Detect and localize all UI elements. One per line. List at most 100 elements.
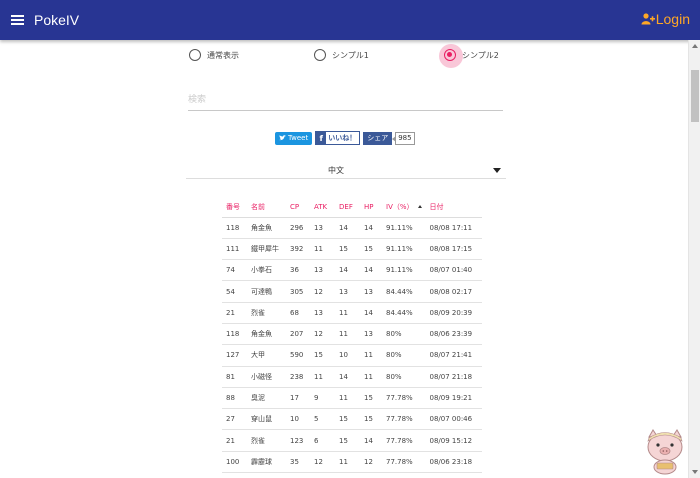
cell-atk: 6 xyxy=(310,429,335,452)
table-row: 111 鐵甲犀牛 392 11 15 15 91.11% 08/08 17:15 xyxy=(222,238,482,261)
app-title: PokeIV xyxy=(34,12,80,28)
cell-def: 10 xyxy=(335,344,360,367)
app-bar: PokeIV Login xyxy=(0,0,700,40)
cell-atk: 13 xyxy=(310,217,335,239)
cell-def: 14 xyxy=(335,366,360,388)
cell-number: 81 xyxy=(222,366,247,388)
search-input[interactable] xyxy=(188,89,503,111)
header-date[interactable]: 日付 xyxy=(425,197,482,218)
cell-number: 118 xyxy=(222,323,247,346)
dropdown-caret-icon[interactable] xyxy=(493,168,501,173)
radio-circle-checked[interactable] xyxy=(439,44,463,68)
facebook-share-button[interactable]: シェア xyxy=(363,131,393,145)
cell-hp: 15 xyxy=(360,408,382,431)
table-row: 54 可達鴨 305 12 13 13 84.44% 08/08 02:17 xyxy=(222,280,482,303)
cell-cp: 207 xyxy=(286,323,310,346)
menu-icon[interactable] xyxy=(11,15,24,25)
radio-label: 通常表示 xyxy=(207,50,239,60)
cell-def: 11 xyxy=(335,323,360,346)
scroll-down-arrow-icon[interactable] xyxy=(692,470,698,474)
cell-number: 111 xyxy=(222,238,247,261)
cell-atk: 15 xyxy=(310,344,335,367)
cell-atk: 5 xyxy=(310,408,335,431)
scroll-thumb[interactable] xyxy=(691,70,699,122)
header-iv-label: IV（%） xyxy=(386,202,414,211)
cell-iv: 84.44% xyxy=(382,280,426,303)
cell-name: 臭泥 xyxy=(247,387,286,410)
table-row: 127 大甲 590 15 10 11 80% 08/07 21:41 xyxy=(222,344,482,367)
cell-iv: 77.78% xyxy=(382,429,426,452)
cell-cp: 35 xyxy=(286,451,310,474)
radio-circle[interactable] xyxy=(314,49,326,61)
facebook-icon: f xyxy=(316,132,327,144)
cell-def: 11 xyxy=(335,302,360,324)
cell-date: 08/09 15:12 xyxy=(425,429,482,452)
cell-atk: 9 xyxy=(310,387,335,410)
table-row: 100 霹靂球 35 12 11 12 77.78% 08/06 23:18 xyxy=(222,451,482,474)
login-button[interactable]: Login xyxy=(641,11,690,27)
radio-normal-view[interactable]: 通常表示 xyxy=(189,49,239,61)
share-count: 985 xyxy=(392,131,415,145)
twitter-bird-icon xyxy=(279,135,286,141)
table-row: 88 臭泥 17 9 11 15 77.78% 08/09 19:21 xyxy=(222,387,482,410)
cell-atk: 13 xyxy=(310,302,335,324)
cell-cp: 392 xyxy=(286,238,310,261)
cell-name: 角金魚 xyxy=(247,217,286,239)
radio-label: シンプル1 xyxy=(332,50,369,60)
cell-def: 14 xyxy=(335,217,360,239)
cell-date: 08/09 19:21 xyxy=(425,387,482,410)
scrollbar[interactable] xyxy=(688,40,700,478)
cell-name: 烈雀 xyxy=(247,302,286,324)
share-label: シェア xyxy=(367,134,389,142)
radio-circle[interactable] xyxy=(189,49,201,61)
cell-hp: 14 xyxy=(360,302,382,324)
scroll-up-arrow-icon[interactable] xyxy=(692,44,698,48)
cell-name: 可達鴨 xyxy=(247,280,286,303)
cell-name: 小拳石 xyxy=(247,259,286,282)
cell-date: 08/07 21:18 xyxy=(425,366,482,388)
cell-iv: 91.11% xyxy=(382,238,426,261)
language-select[interactable]: 中文 xyxy=(186,163,506,179)
cell-hp: 11 xyxy=(360,366,382,388)
cell-iv: 77.78% xyxy=(382,451,426,474)
cell-iv: 91.11% xyxy=(382,259,426,282)
header-cp[interactable]: CP xyxy=(286,197,310,218)
radio-simple1-view[interactable]: シンプル1 xyxy=(314,49,369,61)
cell-name: 霹靂球 xyxy=(247,451,286,474)
cell-number: 88 xyxy=(222,387,247,410)
cell-hp: 15 xyxy=(360,238,382,261)
header-iv[interactable]: IV（%） xyxy=(382,197,426,218)
header-name[interactable]: 名前 xyxy=(247,197,286,218)
cell-name: 大甲 xyxy=(247,344,286,367)
cell-atk: 11 xyxy=(310,238,335,261)
cell-date: 08/06 23:18 xyxy=(425,451,482,474)
cell-def: 15 xyxy=(335,238,360,261)
header-atk[interactable]: ATK xyxy=(310,197,335,218)
table-row: 118 角金魚 296 13 14 14 91.11% 08/08 17:11 xyxy=(222,217,482,239)
cell-hp: 15 xyxy=(360,387,382,410)
radio-simple2-view[interactable]: シンプル2 xyxy=(439,44,499,68)
cell-atk: 12 xyxy=(310,323,335,346)
tweet-button[interactable]: Tweet xyxy=(275,131,313,145)
facebook-like-button[interactable]: f いいね！ xyxy=(315,131,361,145)
cell-name: 角金魚 xyxy=(247,323,286,346)
sort-ascending-icon xyxy=(417,205,422,209)
radio-label: シンプル2 xyxy=(462,50,499,60)
cell-iv: 80% xyxy=(382,323,426,346)
header-def[interactable]: DEF xyxy=(335,197,360,218)
cell-date: 08/07 01:40 xyxy=(425,259,482,282)
cell-date: 08/07 00:46 xyxy=(425,408,482,431)
cell-cp: 123 xyxy=(286,429,310,452)
cell-name: 小磁怪 xyxy=(247,366,286,388)
header-number[interactable]: 番号 xyxy=(222,197,247,218)
cell-number: 54 xyxy=(222,280,247,303)
header-hp[interactable]: HP xyxy=(360,197,382,218)
tweet-label: Tweet xyxy=(288,134,309,142)
cell-number: 21 xyxy=(222,302,247,324)
cell-number: 118 xyxy=(222,217,247,239)
cell-iv: 77.78% xyxy=(382,408,426,431)
cell-iv: 77.78% xyxy=(382,387,426,410)
pig-mascot-icon xyxy=(647,429,683,475)
cell-name: 鐵甲犀牛 xyxy=(247,238,286,261)
cell-hp: 14 xyxy=(360,259,382,282)
